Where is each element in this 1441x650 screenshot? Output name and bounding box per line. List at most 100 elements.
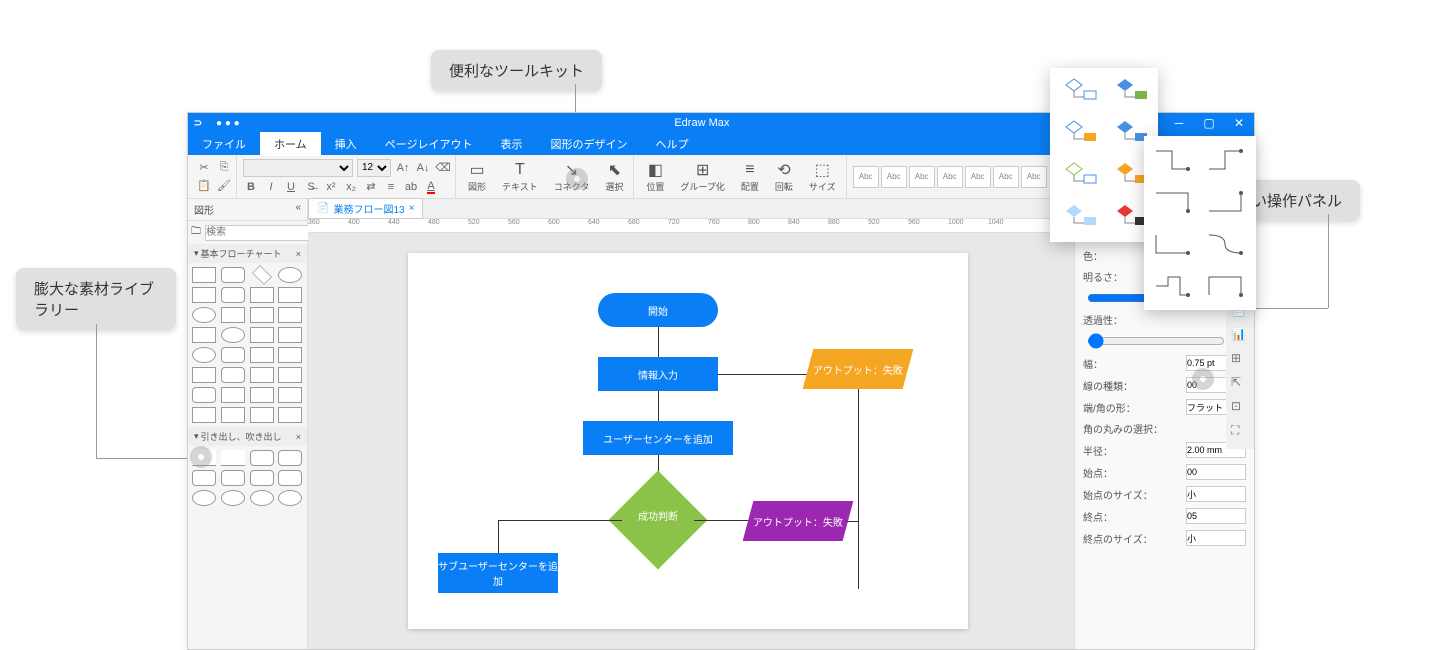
connector[interactable]	[718, 374, 810, 375]
shape-diamond[interactable]	[252, 265, 272, 285]
theme-option[interactable]: Abc	[853, 166, 879, 188]
text-button[interactable]: Tテキスト	[496, 159, 544, 195]
bold-icon[interactable]: B	[243, 179, 259, 195]
size-button[interactable]: ⬚サイズ	[803, 159, 842, 195]
theme-option[interactable]: Abc	[993, 166, 1019, 188]
connector-thumb[interactable]	[1150, 268, 1194, 304]
subscript-icon[interactable]: x₂	[343, 179, 359, 195]
tab-layout-icon[interactable]: ⊡	[1231, 399, 1249, 417]
node-start[interactable]: 開始	[598, 293, 718, 327]
cut-icon[interactable]: ✂	[196, 160, 212, 176]
shape-item[interactable]	[278, 307, 302, 323]
transparency-slider[interactable]	[1087, 333, 1225, 349]
shape-item[interactable]	[278, 470, 302, 486]
theme-option[interactable]: Abc	[965, 166, 991, 188]
style-thumb[interactable]	[1056, 200, 1100, 236]
tab-chart-icon[interactable]: 📊	[1231, 327, 1249, 345]
tab-grid-icon[interactable]: ⊞	[1231, 351, 1249, 369]
tab-export-icon[interactable]: ⇱	[1231, 375, 1249, 393]
shape-item[interactable]	[221, 307, 245, 323]
shape-item[interactable]	[192, 327, 216, 343]
shape-item[interactable]	[221, 387, 245, 403]
prop-start-point[interactable]: 始点：	[1079, 461, 1250, 483]
group-button[interactable]: ⊞グループ化	[674, 159, 730, 195]
shape-item[interactable]	[278, 490, 302, 506]
section-basic-flowchart[interactable]: ▾ 基本フローチャート ×	[188, 244, 307, 263]
shape-item[interactable]	[250, 367, 274, 383]
quick-access[interactable]: ● ● ●	[216, 118, 240, 129]
shape-item[interactable]	[221, 347, 245, 363]
shape-ellipse[interactable]	[278, 267, 302, 283]
theme-gallery[interactable]: Abc Abc Abc Abc Abc Abc Abc	[853, 166, 1047, 188]
menu-pagelayout[interactable]: ページレイアウト	[371, 132, 487, 156]
connector[interactable]	[658, 327, 659, 357]
shape-item[interactable]	[250, 307, 274, 323]
shape-item[interactable]	[250, 347, 274, 363]
menu-view[interactable]: 表示	[486, 132, 536, 156]
tab-expand-icon[interactable]: ⛶	[1231, 423, 1249, 441]
shape-item[interactable]	[221, 407, 245, 423]
maximize-icon[interactable]: ▢	[1194, 113, 1224, 133]
connector[interactable]	[498, 520, 499, 554]
shape-item[interactable]	[192, 307, 216, 323]
font-color-icon[interactable]: A	[423, 179, 439, 195]
connector[interactable]	[658, 391, 659, 421]
align-button[interactable]: ≡配置	[735, 159, 765, 195]
shape-rect[interactable]	[192, 267, 216, 283]
document-tab[interactable]: 📄 業務フロー図13 ×	[308, 198, 423, 219]
menu-home[interactable]: ホーム	[260, 132, 321, 156]
canvas[interactable]: 開始 情報入力 アウトプット：失敗 ユーザーセンターを追加 成功判断 アウトプッ…	[308, 233, 1074, 649]
theme-option[interactable]: Abc	[1021, 166, 1047, 188]
select-button[interactable]: ⬉選択	[599, 159, 629, 195]
decrease-font-icon[interactable]: A↓	[415, 160, 431, 176]
shape-item[interactable]	[192, 347, 216, 363]
font-family-select[interactable]	[243, 159, 353, 177]
connector[interactable]	[846, 521, 858, 522]
node-sub-user[interactable]: サブユーザーセンターを追加	[438, 553, 558, 593]
shape-item[interactable]	[221, 327, 245, 343]
node-add-user[interactable]: ユーザーセンターを追加	[583, 421, 733, 455]
increase-font-icon[interactable]: A↑	[395, 160, 411, 176]
shape-item[interactable]	[278, 367, 302, 383]
close-icon[interactable]: ✕	[1224, 113, 1254, 133]
style-thumb[interactable]	[1107, 74, 1151, 110]
prop-end-point[interactable]: 終点：	[1079, 505, 1250, 527]
clear-format-icon[interactable]: ⌫	[435, 160, 451, 176]
node-output-fail-1[interactable]: アウトプット：失敗	[803, 349, 914, 389]
theme-option[interactable]: Abc	[937, 166, 963, 188]
shape-item[interactable]	[250, 470, 274, 486]
style-thumb[interactable]	[1056, 74, 1100, 110]
prop-line-type[interactable]: 線の種類：	[1079, 374, 1250, 396]
connector-thumb[interactable]	[1150, 184, 1194, 220]
connector-thumb[interactable]	[1150, 226, 1194, 262]
collapse-icon[interactable]: «	[295, 202, 301, 217]
shape-button[interactable]: ▭図形	[462, 159, 492, 195]
node-output-fail-2[interactable]: アウトプット：失敗	[743, 501, 854, 541]
section-callouts[interactable]: ▾ 引き出し、吹き出し ×	[188, 427, 307, 446]
close-tab-icon[interactable]: ×	[409, 203, 415, 214]
connector-thumb[interactable]	[1203, 184, 1247, 220]
connector-thumb[interactable]	[1203, 142, 1247, 178]
shape-item[interactable]	[250, 490, 274, 506]
node-input[interactable]: 情報入力	[598, 357, 718, 391]
connector-thumb[interactable]	[1150, 142, 1194, 178]
connector[interactable]	[858, 389, 859, 589]
shape-item[interactable]	[221, 490, 245, 506]
connector-button[interactable]: ↘コネクタ	[548, 159, 596, 195]
shape-item[interactable]	[250, 327, 274, 343]
connector-thumb[interactable]	[1203, 226, 1247, 262]
italic-icon[interactable]: I	[263, 179, 279, 195]
position-button[interactable]: ◧位置	[640, 159, 670, 195]
shape-item[interactable]	[278, 327, 302, 343]
shape-item[interactable]	[221, 470, 245, 486]
prop-radius[interactable]: 半径：	[1079, 439, 1250, 461]
strike-icon[interactable]: S̶	[303, 179, 319, 195]
prop-cap[interactable]: 端/角の形：	[1079, 396, 1250, 418]
shape-item[interactable]	[192, 287, 216, 303]
shape-item[interactable]	[221, 367, 245, 383]
shape-item[interactable]	[278, 407, 302, 423]
shape-item[interactable]	[278, 347, 302, 363]
format-painter-icon[interactable]: 🖌	[216, 178, 232, 194]
shape-item[interactable]	[278, 450, 302, 466]
prop-width[interactable]: 幅：	[1079, 352, 1250, 374]
